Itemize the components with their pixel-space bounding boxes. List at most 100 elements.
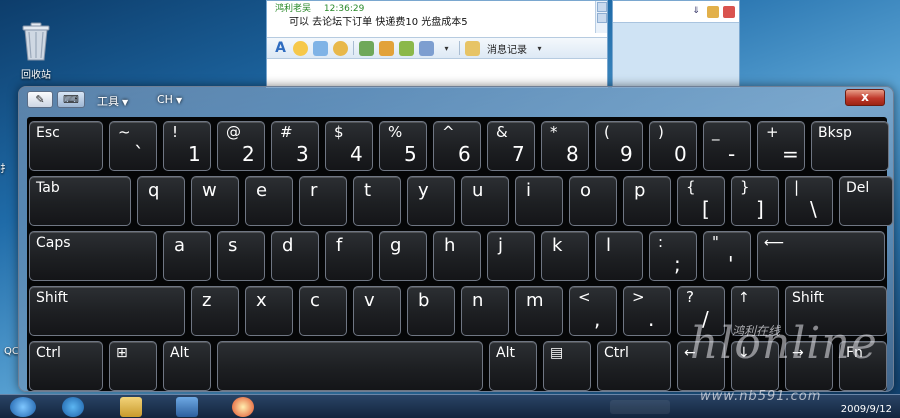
key-d[interactable]: d bbox=[271, 231, 319, 281]
language-menu[interactable]: CH ▼ bbox=[157, 93, 182, 106]
key-quote[interactable]: " ' bbox=[703, 231, 751, 281]
key-5[interactable]: % 5 bbox=[379, 121, 427, 171]
key-h[interactable]: h bbox=[433, 231, 481, 281]
share-icon[interactable] bbox=[723, 5, 735, 18]
key-0[interactable]: ) 0 bbox=[649, 121, 697, 171]
media-player-icon[interactable] bbox=[176, 397, 198, 417]
key-x[interactable]: x bbox=[245, 286, 293, 336]
key-letter: o bbox=[580, 180, 592, 201]
key-b[interactable]: b bbox=[407, 286, 455, 336]
key-k[interactable]: k bbox=[541, 231, 589, 281]
music-icon[interactable] bbox=[379, 40, 394, 56]
key-minus[interactable]: _ - bbox=[703, 121, 751, 171]
key-g[interactable]: g bbox=[379, 231, 427, 281]
key-8[interactable]: * 8 bbox=[541, 121, 589, 171]
key-win[interactable]: ⊞ bbox=[109, 341, 157, 391]
key-letter: p bbox=[634, 180, 646, 201]
key-rctrl[interactable]: Ctrl bbox=[597, 341, 671, 391]
scroll-up-icon[interactable] bbox=[596, 2, 607, 12]
key-ralt[interactable]: Alt bbox=[489, 341, 537, 391]
scroll-down-icon[interactable] bbox=[596, 13, 607, 23]
keyboard-mode-button[interactable]: ⌨ bbox=[57, 91, 85, 108]
key-f[interactable]: f bbox=[325, 231, 373, 281]
osk-title-bar[interactable]: ✎ ⌨ 工具 ▼ CH ▼ x bbox=[19, 87, 893, 111]
key-r[interactable]: r bbox=[299, 176, 347, 226]
key-j[interactable]: j bbox=[487, 231, 535, 281]
key-equals[interactable]: + = bbox=[757, 121, 805, 171]
key-lctrl[interactable]: Ctrl bbox=[29, 341, 103, 391]
key-e[interactable]: e bbox=[245, 176, 293, 226]
key-w[interactable]: w bbox=[191, 176, 239, 226]
key-1[interactable]: ! 1 bbox=[163, 121, 211, 171]
tools-menu[interactable]: 工具 ▼ bbox=[97, 93, 128, 109]
chevron-down-icon[interactable]: ▾ bbox=[532, 41, 547, 56]
key-7[interactable]: & 7 bbox=[487, 121, 535, 171]
key-enter[interactable]: ⟵ bbox=[757, 231, 885, 281]
key-letter: f bbox=[336, 235, 343, 256]
font-icon[interactable]: A bbox=[273, 40, 288, 56]
key-i[interactable]: i bbox=[515, 176, 563, 226]
key-s[interactable]: s bbox=[217, 231, 265, 281]
key-l[interactable]: l bbox=[595, 231, 643, 281]
key-q[interactable]: q bbox=[137, 176, 185, 226]
emoji-icon[interactable] bbox=[293, 40, 308, 56]
recycle-bin[interactable]: 回收站 bbox=[12, 22, 60, 81]
key-base-symbol: 6 bbox=[458, 142, 471, 166]
tray-icons[interactable] bbox=[610, 400, 670, 414]
key-y[interactable]: y bbox=[407, 176, 455, 226]
key-m[interactable]: m bbox=[515, 286, 563, 336]
key-3[interactable]: #3 bbox=[271, 121, 319, 171]
key-z[interactable]: z bbox=[191, 286, 239, 336]
explorer-icon[interactable] bbox=[120, 397, 142, 417]
key-lbracket[interactable]: {[ bbox=[677, 176, 725, 226]
shake-icon[interactable] bbox=[333, 40, 348, 56]
key-caps[interactable]: Caps bbox=[29, 231, 157, 281]
key-t[interactable]: t bbox=[353, 176, 401, 226]
key-4[interactable]: $4 bbox=[325, 121, 373, 171]
key-period[interactable]: >. bbox=[623, 286, 671, 336]
key-space[interactable] bbox=[217, 341, 483, 391]
key-o[interactable]: o bbox=[569, 176, 617, 226]
start-button[interactable] bbox=[10, 397, 36, 417]
key-letter: t bbox=[364, 180, 372, 201]
key-semicolon[interactable]: :; bbox=[649, 231, 697, 281]
key-v[interactable]: v bbox=[353, 286, 401, 336]
key-del[interactable]: Del bbox=[839, 176, 893, 226]
key-base-symbol: 4 bbox=[350, 142, 363, 166]
chevron-down-icon[interactable]: ▾ bbox=[439, 41, 454, 56]
key-9[interactable]: (9 bbox=[595, 121, 643, 171]
magic-emoji-icon[interactable] bbox=[313, 40, 328, 56]
key-comma[interactable]: <, bbox=[569, 286, 617, 336]
key-u[interactable]: u bbox=[461, 176, 509, 226]
key-rbracket[interactable]: }] bbox=[731, 176, 779, 226]
ie-icon[interactable] bbox=[62, 397, 84, 417]
key-tab[interactable]: Tab bbox=[29, 176, 131, 226]
key-shift-symbol: ~ bbox=[118, 123, 131, 141]
image-icon[interactable] bbox=[359, 40, 374, 56]
key-6[interactable]: ^ 6 bbox=[433, 121, 481, 171]
chevron-down-icon[interactable]: ⇓ bbox=[689, 6, 703, 18]
key-2[interactable]: @2 bbox=[217, 121, 265, 171]
close-button[interactable]: x bbox=[845, 89, 885, 106]
key-bksp[interactable]: Bksp bbox=[811, 121, 889, 171]
key-esc[interactable]: Esc bbox=[29, 121, 103, 171]
key-lshift[interactable]: Shift bbox=[29, 286, 185, 336]
folder-icon[interactable] bbox=[707, 5, 719, 18]
key-p[interactable]: p bbox=[623, 176, 671, 226]
taskbar-clock[interactable]: 2009/9/12 bbox=[841, 404, 892, 415]
key-lalt[interactable]: Alt bbox=[163, 341, 211, 391]
chat-scrollbar[interactable] bbox=[595, 1, 607, 33]
key-shift-symbol: % bbox=[388, 123, 403, 141]
history-icon[interactable] bbox=[465, 40, 480, 56]
history-button[interactable]: 消息记录 bbox=[487, 41, 527, 56]
key-menu[interactable]: ▤ bbox=[543, 341, 591, 391]
qq-icon[interactable] bbox=[232, 397, 254, 417]
gift-icon[interactable] bbox=[399, 40, 414, 56]
key-c[interactable]: c bbox=[299, 286, 347, 336]
key-tilde[interactable]: ~ ` bbox=[109, 121, 157, 171]
key-a[interactable]: a bbox=[163, 231, 211, 281]
key-backslash[interactable]: | \ bbox=[785, 176, 833, 226]
handwriting-mode-button[interactable]: ✎ bbox=[27, 91, 53, 108]
key-n[interactable]: n bbox=[461, 286, 509, 336]
screenshot-icon[interactable] bbox=[419, 40, 434, 56]
